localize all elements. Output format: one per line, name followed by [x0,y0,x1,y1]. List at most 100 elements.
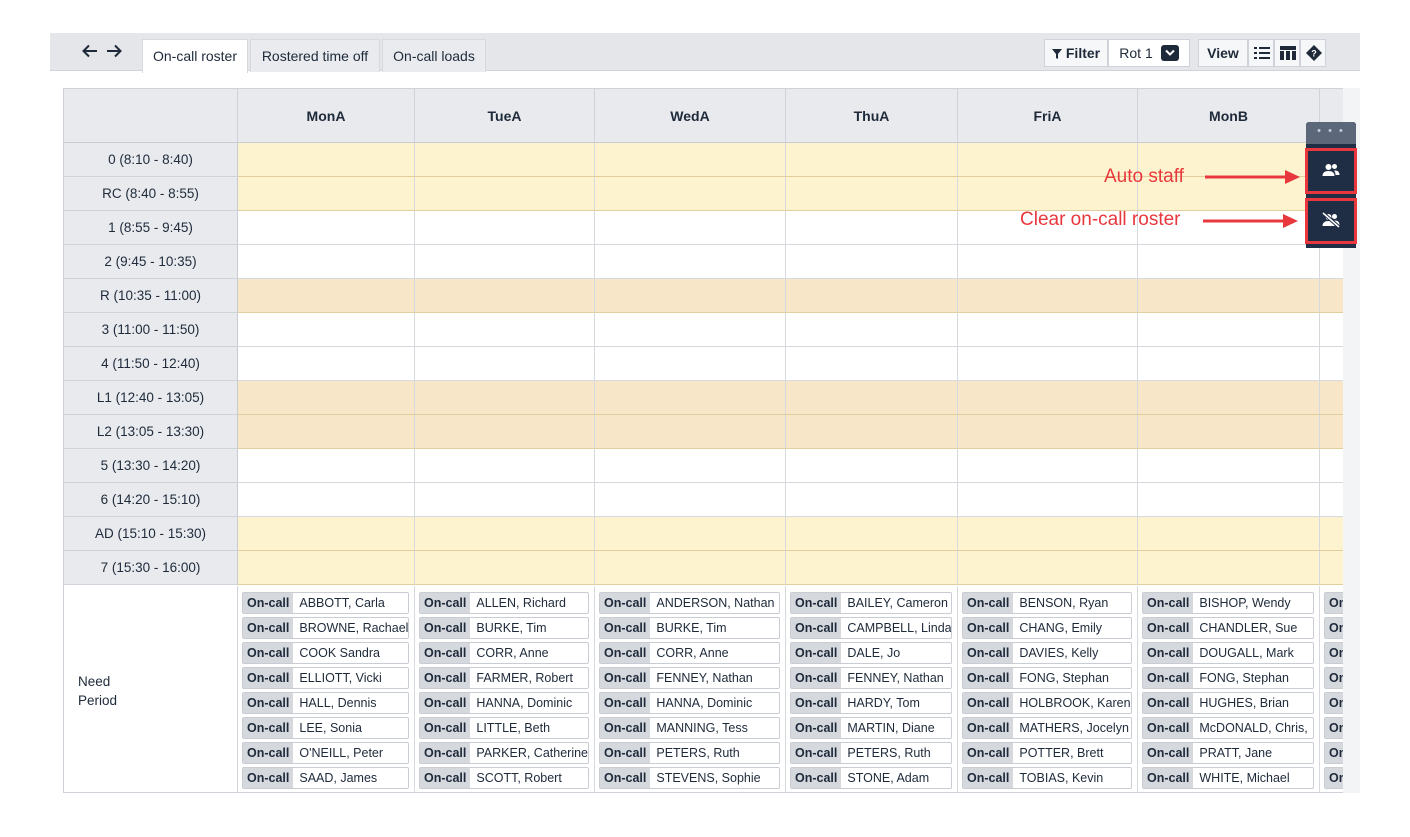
staff-chip[interactable]: On-call STEVENS, Sophie [599,767,780,789]
roster-cell[interactable] [1320,313,1343,346]
roster-cell[interactable] [958,279,1138,312]
roster-cell[interactable] [238,381,415,414]
staff-chip[interactable]: On-call STONE, Adam [790,767,952,789]
staff-chip[interactable]: On-call MARTIN, Diane [790,717,952,739]
staff-chip[interactable]: On-call BURKE, Tim [419,617,589,639]
view-button[interactable]: View [1198,39,1248,67]
staff-chip[interactable]: On-call CHANDLER, Sue [1142,617,1314,639]
roster-cell[interactable] [595,279,786,312]
staff-chip[interactable]: On-call TOBIAS, Kevin [962,767,1132,789]
staff-chip[interactable]: On-call McDONALD, Chris, [1142,717,1314,739]
roster-cell[interactable] [1320,517,1343,550]
roster-cell[interactable] [958,483,1138,516]
staff-chip[interactable]: On-call BURKE, Tim [599,617,780,639]
roster-cell[interactable] [238,143,415,176]
staff-chip[interactable]: On-call LEE, Sonia [242,717,409,739]
roster-cell[interactable] [415,551,595,584]
staff-chip[interactable]: On-call PARKER, Catherine [419,742,589,764]
roster-cell[interactable] [1320,449,1343,482]
roster-cell[interactable] [595,381,786,414]
roster-cell[interactable] [415,245,595,278]
roster-cell[interactable] [415,483,595,516]
staff-chip[interactable]: On-call WHITE, Michael [1142,767,1314,789]
roster-cell[interactable] [1138,279,1320,312]
roster-cell[interactable] [238,551,415,584]
roster-cell[interactable] [1320,415,1343,448]
roster-cell[interactable] [595,245,786,278]
roster-cell[interactable] [1320,279,1343,312]
staff-chip-partial[interactable]: On [1324,742,1343,764]
staff-chip-partial[interactable]: On [1324,617,1343,639]
roster-cell[interactable] [238,483,415,516]
roster-cell[interactable] [1138,381,1320,414]
staff-chip-partial[interactable]: On [1324,592,1343,614]
staff-chip[interactable]: On-call CAMPBELL, Linda [790,617,952,639]
roster-cell[interactable] [415,279,595,312]
roster-cell[interactable] [786,551,958,584]
staff-chip[interactable]: On-call HUGHES, Brian [1142,692,1314,714]
tab-on-call-roster[interactable]: On-call roster [142,39,248,73]
roster-cell[interactable] [415,415,595,448]
staff-chip[interactable]: On-call ABBOTT, Carla [242,592,409,614]
forward-arrow-icon[interactable] [106,44,126,60]
staff-chip-partial[interactable]: On [1324,767,1343,789]
staff-chip[interactable]: On-call CHANG, Emily [962,617,1132,639]
clear-on-call-roster-button[interactable] [1311,202,1351,240]
staff-chip[interactable]: On-call CORR, Anne [419,642,589,664]
roster-cell[interactable] [415,449,595,482]
roster-cell[interactable] [595,449,786,482]
roster-cell[interactable] [1138,517,1320,550]
roster-cell[interactable] [786,245,958,278]
staff-chip[interactable]: On-call O'NEILL, Peter [242,742,409,764]
staff-chip[interactable]: On-call BISHOP, Wendy [1142,592,1314,614]
roster-cell[interactable] [958,551,1138,584]
filter-button[interactable]: Filter [1044,39,1108,67]
staff-chip[interactable]: On-call DAVIES, Kelly [962,642,1132,664]
roster-cell[interactable] [595,177,786,210]
roster-cell[interactable] [415,177,595,210]
roster-cell[interactable] [415,313,595,346]
rotation-select[interactable]: Rot 1 [1108,39,1190,67]
staff-chip[interactable]: On-call PRATT, Jane [1142,742,1314,764]
back-arrow-icon[interactable] [82,44,102,60]
staff-chip[interactable]: On-call SCOTT, Robert [419,767,589,789]
roster-cell[interactable] [238,211,415,244]
staff-chip[interactable]: On-call ALLEN, Richard [419,592,589,614]
staff-chip[interactable]: On-call CORR, Anne [599,642,780,664]
roster-cell[interactable] [595,551,786,584]
roster-cell[interactable] [238,517,415,550]
roster-cell[interactable] [238,415,415,448]
staff-chip[interactable]: On-call HOLBROOK, Karen [962,692,1132,714]
roster-cell[interactable] [786,449,958,482]
roster-cell[interactable] [786,483,958,516]
roster-cell[interactable] [958,245,1138,278]
staff-chip[interactable]: On-call BROWNE, Rachael [242,617,409,639]
staff-chip[interactable]: On-call FONG, Stephan [962,667,1132,689]
roster-cell[interactable] [786,211,958,244]
staff-chip[interactable]: On-call HALL, Dennis [242,692,409,714]
roster-cell[interactable] [786,313,958,346]
roster-cell[interactable] [1138,415,1320,448]
staff-chip[interactable]: On-call HARDY, Tom [790,692,952,714]
staff-chip-partial[interactable]: On [1324,692,1343,714]
roster-cell[interactable] [415,347,595,380]
roster-cell[interactable] [595,143,786,176]
staff-chip[interactable]: On-call DALE, Jo [790,642,952,664]
staff-chip[interactable]: On-call POTTER, Brett [962,742,1132,764]
staff-chip[interactable]: On-call PETERS, Ruth [790,742,952,764]
staff-chip[interactable]: On-call DOUGALL, Mark [1142,642,1314,664]
roster-cell[interactable] [1138,483,1320,516]
staff-chip[interactable]: On-call FENNEY, Nathan [599,667,780,689]
roster-cell[interactable] [415,211,595,244]
roster-cell[interactable] [786,279,958,312]
roster-cell[interactable] [238,449,415,482]
roster-cell[interactable] [958,381,1138,414]
list-view-icon[interactable] [1248,39,1274,67]
staff-chip[interactable]: On-call MANNING, Tess [599,717,780,739]
panel-drag-handle[interactable]: • • • [1306,122,1356,144]
help-icon[interactable]: ? [1300,39,1326,67]
roster-cell[interactable] [1320,483,1343,516]
table-view-icon[interactable] [1274,39,1300,67]
roster-cell[interactable] [415,143,595,176]
roster-cell[interactable] [958,517,1138,550]
